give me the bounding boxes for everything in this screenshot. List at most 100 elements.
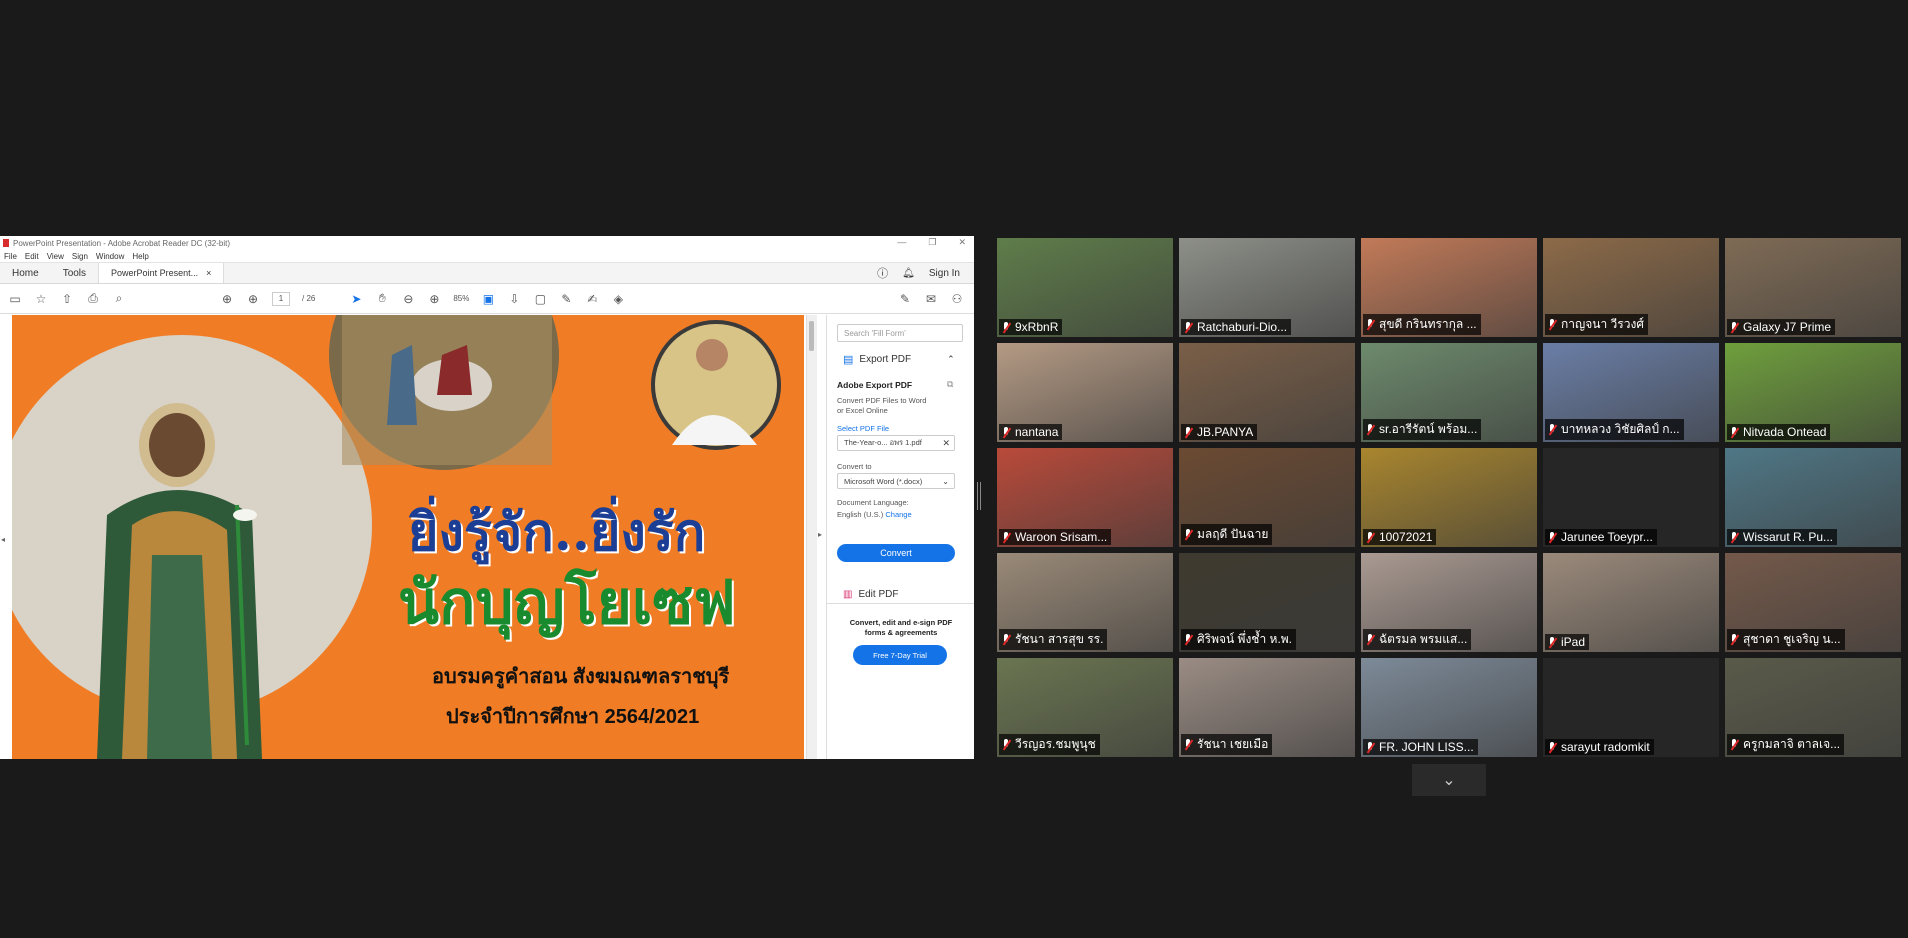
slide-subtitle-2: ประจำปีการศึกษา 2564/2021	[446, 706, 700, 728]
participant-tile[interactable]: iPad	[1543, 553, 1719, 652]
participant-name: FR. JOHN LISS...	[1379, 740, 1474, 754]
tab-home[interactable]: Home	[0, 263, 51, 283]
participant-tile[interactable]: ครูกมลาจิ ตาลเจ...	[1725, 658, 1901, 757]
participant-name: Wissarut R. Pu...	[1743, 530, 1834, 544]
prev-page-icon[interactable]: ⊕	[220, 292, 234, 306]
export-pdf-label: Export PDF	[859, 354, 912, 365]
participant-tile[interactable]: มลฤดี ปันฉาย	[1179, 448, 1355, 547]
share-user-icon[interactable]: ⚇	[950, 292, 964, 306]
participant-tile[interactable]: Nitvada Ontead	[1725, 343, 1901, 442]
page-number-input[interactable]: 1	[272, 291, 290, 306]
close-window-icon[interactable]: ✕	[958, 237, 966, 248]
scroll-mode-icon[interactable]: ⇩	[507, 292, 521, 306]
pdf-file-field[interactable]: The-Year-o... อพร 1.pdf ✕	[837, 435, 955, 451]
participant-tile[interactable]: JB.PANYA	[1179, 343, 1355, 442]
fill-sign-icon[interactable]: ✎	[898, 292, 912, 306]
edit-pdf-header[interactable]: ▥ Edit PDF	[843, 589, 898, 600]
participant-name-label: Waroon Srisam...	[999, 529, 1112, 545]
collapse-left-icon[interactable]: ◂	[1, 535, 5, 544]
minimize-icon[interactable]: —	[897, 237, 906, 248]
bell-icon[interactable]: 🔔︎	[902, 268, 915, 279]
highlight-icon[interactable]: ✎	[559, 292, 573, 306]
fill-form-search[interactable]: Search 'Fill Form'	[837, 324, 963, 342]
participant-tile[interactable]: สุชาดา ชูเจริญ น...	[1725, 553, 1901, 652]
chevron-down-icon: ⌄	[1442, 772, 1456, 789]
sign-in-button[interactable]: Sign In	[929, 268, 960, 279]
page-total: / 26	[302, 294, 316, 303]
page-fit-icon[interactable]: ▣	[481, 292, 495, 306]
tab-tools[interactable]: Tools	[51, 263, 98, 283]
participant-tile[interactable]: วีรญอร.ชมพูนุช	[997, 658, 1173, 757]
participant-tile[interactable]: Ratchaburi-Dio...	[1179, 238, 1355, 337]
menu-window[interactable]: Window	[96, 252, 124, 261]
zoom-in-icon[interactable]: ⊕	[427, 292, 441, 306]
next-page-icon[interactable]: ⊕	[246, 292, 260, 306]
zoom-search-icon[interactable]: ⌕	[112, 291, 126, 306]
participant-name: 9xRbnR	[1015, 320, 1059, 334]
save-icon[interactable]: ▭	[8, 292, 22, 306]
participant-tile[interactable]: FR. JOHN LISS...	[1361, 658, 1537, 757]
document-scrollbar[interactable]	[806, 315, 817, 759]
participant-tile[interactable]: Galaxy J7 Prime	[1725, 238, 1901, 337]
participant-tile[interactable]: ฉัตรมล พรมแส...	[1361, 553, 1537, 652]
participant-tile[interactable]: ศิริพจน์ พึ่งช้ำ ห.พ.	[1179, 553, 1355, 652]
menu-edit[interactable]: Edit	[25, 252, 39, 261]
participant-tile[interactable]: รัชนา เชยเมือ	[1179, 658, 1355, 757]
participant-tile[interactable]: Jarunee Toeypr...	[1543, 448, 1719, 547]
participant-name: 10072021	[1379, 530, 1433, 544]
hand-tool-icon[interactable]: ✋︎	[375, 291, 389, 306]
participant-name: ครูกมลาจิ ตาลเจ...	[1743, 737, 1841, 751]
participant-name: รัชนา เชยเมือ	[1197, 737, 1269, 751]
select-pdf-file-link[interactable]: Select PDF File	[837, 423, 889, 434]
stamp-icon[interactable]: ◈	[611, 292, 625, 306]
participant-tile[interactable]: Wissarut R. Pu...	[1725, 448, 1901, 547]
maximize-icon[interactable]: ❐	[928, 237, 936, 248]
participant-tile[interactable]: รัชนา สารสุข รร.	[997, 553, 1173, 652]
draw-icon[interactable]: ✍︎	[585, 292, 599, 306]
zoom-out-icon[interactable]: ⊖	[401, 292, 415, 306]
participant-tile[interactable]: sr.อารีรัตน์ พร้อม...	[1361, 343, 1537, 442]
upload-icon[interactable]: ⇧	[60, 292, 74, 306]
tab-document[interactable]: PowerPoint Present... ×	[98, 263, 225, 283]
participant-name: sarayut radomkit	[1561, 740, 1650, 754]
participant-tile[interactable]: บาทหลวง วิชัยศิลป์ ก...	[1543, 343, 1719, 442]
participant-tile[interactable]: สุขดี กรินทรากุล ...	[1361, 238, 1537, 337]
gallery-scroll-down-button[interactable]: ⌄	[1412, 764, 1486, 796]
participant-name-label: สุชาดา ชูเจริญ น...	[1727, 629, 1845, 650]
chevron-up-icon[interactable]: ⌃	[947, 354, 955, 365]
menu-view[interactable]: View	[47, 252, 64, 261]
tab-close-icon[interactable]: ×	[206, 268, 211, 278]
remove-file-icon[interactable]: ✕	[942, 438, 950, 449]
participant-name: Jarunee Toeypr...	[1561, 530, 1653, 544]
participant-tile[interactable]: sarayut radomkit	[1543, 658, 1719, 757]
muted-mic-icon	[1729, 531, 1739, 543]
comment-icon[interactable]: ▢	[533, 292, 547, 306]
format-select[interactable]: Microsoft Word (*.docx) ⌄	[837, 473, 955, 489]
participant-tile[interactable]: Waroon Srisam...	[997, 448, 1173, 547]
document-area[interactable]: ◂ ยิ่งรู้จัก..ยิ่งรัก นักบุญโยเซฟ อบรมคร…	[0, 315, 806, 759]
menu-help[interactable]: Help	[132, 252, 148, 261]
zoom-level[interactable]: 85%	[453, 294, 469, 303]
split-divider-handle[interactable]	[977, 482, 981, 510]
select-cursor-icon[interactable]: ➤	[349, 292, 363, 306]
help-icon[interactable]: ⓘ	[877, 265, 888, 281]
change-language-link[interactable]: Change	[885, 510, 911, 519]
participant-tile[interactable]: nantana	[997, 343, 1173, 442]
export-copy-icon[interactable]: ⧉	[947, 379, 953, 390]
expand-pane-icon[interactable]: ▸	[818, 530, 822, 539]
participant-tile[interactable]: 10072021	[1361, 448, 1537, 547]
slide-subtitle-1: อบรมครูคำสอน สังฆมณฑลราชบุรี	[432, 666, 730, 688]
muted-mic-icon	[1365, 634, 1375, 645]
star-icon[interactable]: ☆	[34, 292, 48, 306]
print-icon[interactable]: ⎙	[86, 291, 100, 306]
convert-button[interactable]: Convert	[837, 544, 955, 562]
menu-sign[interactable]: Sign	[72, 252, 88, 261]
free-trial-button[interactable]: Free 7-Day Trial	[853, 645, 947, 665]
participant-name: วีรญอร.ชมพูนุช	[1015, 737, 1096, 751]
export-pdf-header[interactable]: ▤ Export PDF ⌃	[843, 353, 955, 366]
muted-mic-icon	[1547, 636, 1557, 648]
email-icon[interactable]: ✉︎	[924, 292, 938, 306]
participant-tile[interactable]: 9xRbnR	[997, 238, 1173, 337]
participant-tile[interactable]: กาญจนา วีรวงศ์	[1543, 238, 1719, 337]
menu-file[interactable]: File	[4, 252, 17, 261]
